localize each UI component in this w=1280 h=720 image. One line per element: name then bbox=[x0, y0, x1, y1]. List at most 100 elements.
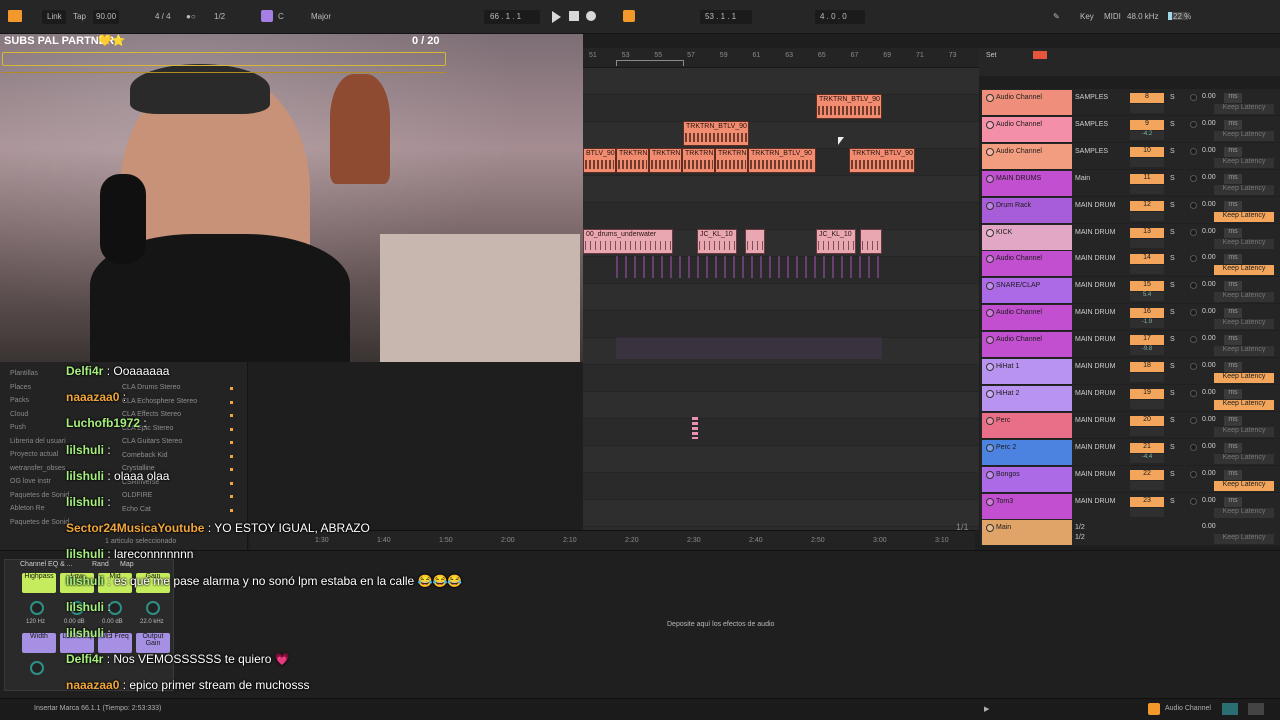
track-delay-unit[interactable]: ms bbox=[1224, 362, 1242, 372]
track-input-select[interactable]: MAIN DRUM bbox=[1075, 336, 1127, 346]
key-root-select[interactable]: C bbox=[278, 12, 284, 21]
solo-button[interactable]: S bbox=[1170, 309, 1175, 316]
solo-button[interactable]: S bbox=[1170, 229, 1175, 236]
draw-mode-icon[interactable]: ✎ bbox=[1053, 12, 1060, 21]
keep-latency-button[interactable]: Keep Latency bbox=[1214, 399, 1274, 410]
main-out-2[interactable]: 1/2 bbox=[1075, 534, 1127, 544]
track-header[interactable]: Bongos MAIN DRUM 22 S 0.00 ms Keep Latency bbox=[980, 465, 1280, 493]
keep-latency-button[interactable]: Keep Latency bbox=[1214, 238, 1274, 249]
track-volume[interactable] bbox=[1130, 104, 1164, 113]
track-delay-value[interactable]: 0.00 bbox=[1202, 443, 1216, 450]
track-number-button[interactable]: 13 bbox=[1130, 227, 1164, 238]
track-delay-unit[interactable]: ms bbox=[1224, 119, 1242, 130]
track-input-select[interactable]: MAIN DRUM bbox=[1075, 498, 1127, 508]
track-header[interactable]: SNARE/CLAP MAIN DRUM 15 5.4 S 0.00 ms Keep Late… bbox=[980, 277, 1280, 305]
solo-button[interactable]: S bbox=[1170, 417, 1175, 424]
track-lane[interactable] bbox=[583, 311, 979, 338]
audio-clip[interactable]: TRKTRN bbox=[616, 148, 649, 173]
track-header[interactable]: HiHat 2 MAIN DRUM 19 S 0.00 ms Keep Latency bbox=[980, 384, 1280, 412]
keep-latency-button[interactable]: Keep Latency bbox=[1214, 534, 1274, 545]
metronome-icon[interactable]: ●○ bbox=[186, 12, 196, 21]
track-volume[interactable] bbox=[1130, 480, 1164, 490]
track-number-button[interactable]: 20 bbox=[1130, 415, 1164, 426]
track-name[interactable]: Tom3 bbox=[982, 493, 1072, 519]
audio-clip[interactable]: TRKTRN bbox=[715, 148, 748, 173]
record-mode-icon[interactable] bbox=[1033, 51, 1047, 59]
audio-clip[interactable]: BTLV_90 bbox=[583, 148, 616, 173]
tap-button[interactable]: Tap bbox=[73, 12, 86, 21]
browser-file-item[interactable]: Echo Cat bbox=[122, 506, 151, 513]
track-lane[interactable] bbox=[583, 95, 979, 122]
track-number-button[interactable]: 11 bbox=[1130, 173, 1164, 184]
track-number-button[interactable]: 15 bbox=[1130, 281, 1164, 292]
browser-sidebar-item[interactable]: Ableton Re bbox=[10, 505, 45, 512]
keep-latency-button[interactable]: Keep Latency bbox=[1214, 319, 1274, 330]
arm-icon[interactable] bbox=[1190, 147, 1197, 155]
audio-clip[interactable]: TRKTRN bbox=[649, 148, 682, 173]
track-delay-value[interactable]: 0.00 bbox=[1202, 147, 1216, 154]
track-delay-value[interactable]: 0.00 bbox=[1202, 93, 1216, 100]
solo-button[interactable]: S bbox=[1170, 255, 1175, 262]
audio-clip[interactable] bbox=[860, 229, 882, 254]
track-header[interactable]: Audio Channel SAMPLES 8 S 0.00 ms Keep Latency bbox=[980, 89, 1280, 116]
track-input-select[interactable]: Main bbox=[1075, 175, 1127, 185]
track-lane[interactable] bbox=[583, 284, 979, 311]
browser-sidebar-item[interactable]: Paquetes de Sonid bbox=[10, 492, 69, 499]
track-name[interactable]: Audio Channel bbox=[982, 143, 1072, 169]
audio-clip[interactable]: JC_KL_10 bbox=[697, 229, 737, 254]
track-input-select[interactable]: MAIN DRUM bbox=[1075, 229, 1127, 239]
track-number-button[interactable]: 16 bbox=[1130, 308, 1164, 319]
track-delay-unit[interactable]: ms bbox=[1224, 496, 1242, 507]
browser-sidebar-item[interactable]: Plantillas bbox=[10, 370, 38, 377]
track-input-select[interactable]: MAIN DRUM bbox=[1075, 390, 1127, 400]
track-delay-value[interactable]: 0.00 bbox=[1202, 470, 1216, 477]
track-delay-value[interactable]: 0.00 bbox=[1202, 228, 1216, 235]
browser-sidebar-item[interactable]: wetransfer_obses bbox=[10, 465, 65, 472]
arm-icon[interactable] bbox=[1190, 336, 1197, 344]
track-number-button[interactable]: 21 bbox=[1130, 442, 1164, 453]
width-button[interactable]: Width bbox=[22, 633, 56, 653]
browser-sidebar-item[interactable]: OG love instr bbox=[10, 478, 51, 485]
browser-sidebar-item[interactable]: Paquetes de Sonid bbox=[10, 519, 69, 526]
track-lane[interactable] bbox=[583, 365, 979, 392]
audio-clip[interactable]: TRKTRN_BTLV_90 bbox=[748, 148, 816, 173]
track-volume[interactable] bbox=[1130, 373, 1164, 382]
track-input-select[interactable]: MAIN DRUM bbox=[1075, 202, 1127, 212]
key-scale-select[interactable]: Major bbox=[311, 12, 331, 21]
solo-button[interactable]: S bbox=[1170, 498, 1175, 505]
browser-file-item[interactable]: CLA Guitars Stereo bbox=[122, 438, 182, 445]
track-volume[interactable] bbox=[1130, 399, 1164, 409]
track-delay-unit[interactable]: ms bbox=[1224, 388, 1242, 399]
arm-icon[interactable] bbox=[1190, 309, 1197, 317]
width-knob[interactable] bbox=[30, 661, 44, 675]
track-volume[interactable] bbox=[1130, 238, 1164, 248]
track-lane[interactable] bbox=[583, 122, 979, 149]
audio-clip[interactable]: JC_KL_10 bbox=[816, 229, 856, 254]
arm-icon[interactable] bbox=[1190, 416, 1197, 424]
arm-icon[interactable] bbox=[1190, 363, 1197, 370]
track-delay-value[interactable]: 0.00 bbox=[1202, 281, 1216, 288]
track-number-button[interactable]: 10 bbox=[1130, 146, 1164, 157]
solo-button[interactable]: S bbox=[1170, 282, 1175, 289]
keep-latency-button[interactable]: Keep Latency bbox=[1214, 157, 1274, 168]
track-delay-value[interactable]: 0.00 bbox=[1202, 416, 1216, 423]
track-header[interactable]: MAIN DRUMS Main 11 S 0.00 ms Keep Latency bbox=[980, 169, 1280, 197]
main-track-name[interactable]: Main bbox=[982, 520, 1072, 546]
arm-icon[interactable] bbox=[1190, 174, 1197, 182]
track-volume[interactable]: -1.9 bbox=[1130, 319, 1164, 329]
track-number-button[interactable]: 9 bbox=[1130, 119, 1164, 130]
track-lane[interactable] bbox=[583, 500, 979, 527]
track-delay-value[interactable]: 0.00 bbox=[1202, 497, 1216, 504]
track-lane[interactable] bbox=[583, 473, 979, 500]
key-map-button[interactable]: Key bbox=[1080, 12, 1094, 21]
keep-latency-button[interactable]: Keep Latency bbox=[1214, 507, 1274, 518]
midi-map-button[interactable]: MIDI bbox=[1104, 12, 1121, 21]
main-track-header[interactable]: Main 1/2 1/2 0.00 Keep Latency bbox=[980, 519, 1280, 547]
track-delay-value[interactable]: 0.00 bbox=[1202, 254, 1216, 261]
track-number-button[interactable]: 8 bbox=[1130, 93, 1164, 103]
record-icon[interactable] bbox=[586, 11, 596, 21]
track-input-select[interactable]: SAMPLES bbox=[1075, 94, 1127, 104]
time-signature[interactable]: 4 / 4 bbox=[155, 12, 171, 21]
track-delay-unit[interactable]: ms bbox=[1224, 469, 1242, 480]
track-delay-value[interactable]: 0.00 bbox=[1202, 174, 1216, 181]
